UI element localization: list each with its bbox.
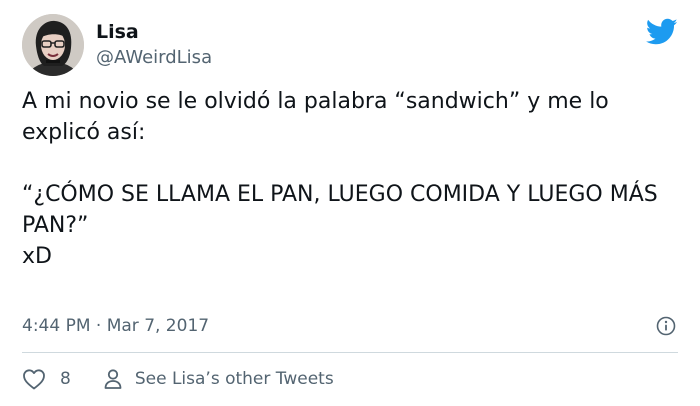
avatar-image — [22, 14, 84, 76]
like-button[interactable]: 8 — [22, 368, 71, 390]
tweet-card: Lisa @AWeirdLisa A mi novio se le olvidó… — [0, 0, 700, 406]
tweet-timestamp[interactable]: 4:44 PM · Mar 7, 2017 — [22, 314, 209, 338]
divider — [22, 352, 678, 353]
action-bar: 8 See Lisa’s other Tweets — [22, 366, 334, 392]
see-other-tweets-label: See Lisa’s other Tweets — [134, 369, 334, 389]
info-icon[interactable] — [656, 316, 676, 336]
person-icon — [104, 369, 122, 389]
tweet-text: A mi novio se le olvidó la palabra “sand… — [22, 89, 658, 269]
user-handle[interactable]: @AWeirdLisa — [96, 47, 212, 69]
user-name[interactable]: Lisa — [96, 20, 139, 44]
see-other-tweets-link[interactable]: See Lisa’s other Tweets — [103, 368, 334, 390]
twitter-bird-icon[interactable] — [645, 18, 678, 46]
avatar[interactable] — [22, 14, 84, 76]
heart-icon — [23, 369, 45, 390]
like-count: 8 — [60, 369, 71, 389]
